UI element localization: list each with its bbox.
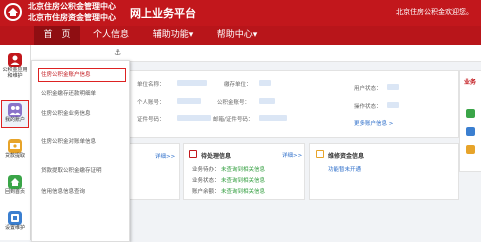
pending-icon (189, 150, 197, 158)
repair-fund-title: 维修资金信息 (328, 153, 365, 160)
business-side-panel: 业务 (459, 70, 481, 172)
detail-link-pending[interactable]: 详细>> (282, 151, 302, 159)
sidebar-item-loan-withdraw[interactable]: 贷款提取 (2, 137, 28, 167)
message-icon[interactable] (466, 145, 475, 154)
pending-info-card: 待处理信息 详细>> 业务待办： 未查询到相关信息 业务状态： 未查询到相关信息… (183, 143, 305, 200)
sidebar-item-label: 设置维护 (4, 225, 25, 231)
masked-value (259, 80, 271, 86)
row-label: 账户余额： (192, 189, 220, 195)
sidebar: 公积金应用 和维护 我的账户 贷款提取 回到首页 设置维护 (0, 45, 31, 240)
field-label: 公积金账号： (217, 100, 251, 106)
field-label: 个人账号： (137, 100, 165, 106)
row-value: 未查询到相关信息 (221, 189, 266, 195)
row-value: 未查询到相关信息 (221, 167, 266, 173)
sidebar-item-label: 回到首页 (4, 189, 25, 195)
money-icon (8, 139, 22, 153)
masked-value (177, 80, 207, 86)
nav-help-center[interactable]: 帮助中心▾ (210, 26, 264, 45)
more-account-info-link[interactable]: 更多账户信息 > (354, 119, 393, 127)
masked-value (177, 115, 211, 121)
sidebar-item-label: 我的账户 (4, 117, 25, 123)
org-name-line2: 北京市住房资金管理中心 (28, 13, 116, 22)
pin-icon[interactable]: ⚓ (114, 48, 121, 57)
menu-item-account-info[interactable]: 住房公积金账户信息 (38, 68, 126, 82)
sidebar-item-home[interactable]: 回到首页 (2, 173, 28, 203)
contact-icon[interactable] (466, 109, 475, 118)
field-label: 单位名称： (137, 82, 165, 88)
user-card-icon (8, 53, 22, 67)
field-label: 缴存单位： (224, 82, 252, 88)
repair-fund-icon (316, 150, 324, 158)
field-label: 操作状态： (354, 104, 382, 110)
nav-personal-info[interactable]: 个人信息 (88, 26, 134, 45)
masked-value (387, 102, 399, 108)
users-icon (8, 103, 22, 117)
row-label: 业务待办： (192, 167, 220, 173)
sidebar-item-label: 贷款提取 (4, 153, 25, 159)
field-label: 邮箱/证件号码： (213, 117, 254, 123)
field-label: 证件号码： (137, 117, 165, 123)
row-label: 业务状态： (192, 178, 220, 184)
repair-fund-link[interactable]: 功能暂未开通 (328, 165, 361, 173)
nav-home[interactable]: 首 页 (34, 26, 80, 45)
welcome-text: 北京住房公积金欢迎您。 (396, 8, 473, 16)
account-info-panel: 单位名称： 个人账号： 证件号码： 缴存单位： 公积金账号： 邮箱/证件号码： … (128, 70, 459, 138)
side-tab-label[interactable]: 业务 (464, 77, 476, 86)
nav-auxiliary-functions[interactable]: 辅助功能▾ (146, 26, 200, 45)
pending-card-title: 待处理信息 (201, 153, 232, 160)
settings-icon (8, 211, 22, 225)
sidebar-item-fund-application[interactable]: 公积金应用 和维护 (2, 51, 28, 81)
left-summary-card: 详细>> (128, 143, 180, 200)
main-nav: 首 页 个人信息 辅助功能▾ 帮助中心▾ (0, 26, 481, 45)
masked-value (387, 84, 399, 90)
field-label: 用户状态： (354, 86, 382, 92)
org-name-line1: 北京住房公积金管理中心 (28, 2, 116, 11)
menu-item-statement-info[interactable]: 住房公积金对账单信息 (41, 136, 125, 148)
sidebar-item-label-line2: 和维护 (7, 73, 23, 79)
home-icon (8, 175, 22, 189)
sidebar-item-settings[interactable]: 设置维护 (2, 209, 28, 239)
detail-link-left[interactable]: 详细>> (155, 152, 175, 160)
row-value: 未查询到相关信息 (221, 178, 266, 184)
repair-fund-card: 维修资金信息 功能暂未开通 (309, 143, 459, 200)
menu-item-deposit-details[interactable]: 公积金缴存还款明细单 (41, 88, 125, 100)
menu-item-business-info[interactable]: 住房公积金业务信息 (41, 108, 125, 120)
menu-item-deposit-certificate[interactable]: 贷款提取公积金缴存证明 (41, 165, 125, 177)
housing-fund-logo-icon (4, 3, 22, 21)
header-bar: 北京住房公积金管理中心 北京市住房资金管理中心 网上业务平台 北京住房公积金欢迎… (0, 0, 481, 26)
masked-value (177, 98, 201, 104)
masked-value (259, 115, 287, 121)
account-dropdown-menu: 住房公积金账户信息 公积金缴存还款明细单 住房公积金业务信息 住房公积金对账单信… (31, 60, 130, 242)
phone-icon[interactable] (466, 127, 475, 136)
sidebar-item-my-account[interactable]: 我的账户 (1, 100, 29, 128)
menu-item-credit-query[interactable]: 信用信息信息查询 (41, 186, 125, 198)
portal-title: 网上业务平台 (130, 7, 196, 20)
masked-value (259, 98, 275, 104)
